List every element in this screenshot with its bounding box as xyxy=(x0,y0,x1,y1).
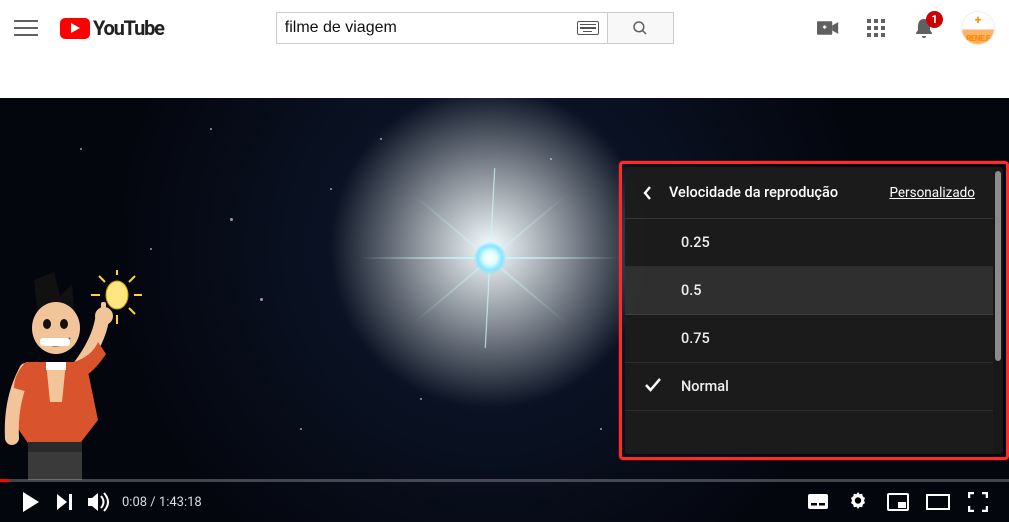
playback-speed-panel: Velocidade da reprodução Personalizado 0… xyxy=(625,167,1003,454)
youtube-logo[interactable]: YouTube xyxy=(60,16,164,40)
speed-option-label: 0.25 xyxy=(681,234,710,251)
play-button[interactable] xyxy=(14,485,48,519)
panel-back-button[interactable] xyxy=(643,186,661,200)
search-button[interactable] xyxy=(608,12,674,44)
lens-flare-graphic xyxy=(430,198,550,318)
player-controls: 0:08 / 1:43:18 xyxy=(0,482,1009,522)
star-decoration xyxy=(380,138,382,140)
speed-option[interactable]: 0.25 xyxy=(625,219,993,267)
miniplayer-button[interactable] xyxy=(881,485,915,519)
playback-speed-panel-highlight: Velocidade da reprodução Personalizado 0… xyxy=(619,161,1009,460)
topbar: YouTube 1 xyxy=(0,0,1009,56)
theater-icon xyxy=(926,494,950,510)
star-decoration xyxy=(210,128,212,130)
panel-title: Velocidade da reprodução xyxy=(669,184,838,201)
star-decoration xyxy=(420,398,422,400)
check-icon xyxy=(645,378,661,396)
star-decoration xyxy=(300,428,302,430)
gear-icon xyxy=(848,492,868,512)
star-decoration xyxy=(60,348,62,350)
grid-icon xyxy=(866,18,886,38)
volume-button[interactable] xyxy=(82,485,116,519)
star-decoration xyxy=(550,158,552,160)
settings-button[interactable] xyxy=(841,485,875,519)
play-icon xyxy=(21,491,41,513)
miniplayer-icon xyxy=(887,493,909,511)
time-sep: / xyxy=(147,495,159,510)
search-icon xyxy=(631,19,649,37)
create-video-button[interactable] xyxy=(817,17,839,39)
chevron-left-icon xyxy=(643,186,653,200)
apps-button[interactable] xyxy=(865,17,887,39)
notifications-button[interactable]: 1 xyxy=(913,17,935,39)
star-decoration xyxy=(260,298,263,301)
time-display: 0:08 / 1:43:18 xyxy=(122,495,202,510)
speed-options-list: 0.25 0.5 0.75 Normal xyxy=(625,219,993,411)
custom-speed-link[interactable]: Personalizado xyxy=(889,185,975,201)
speed-option-label: 0.75 xyxy=(681,330,710,347)
hamburger-menu-button[interactable] xyxy=(14,16,38,40)
video-plus-icon xyxy=(817,18,839,38)
fullscreen-button[interactable] xyxy=(961,485,995,519)
panel-header: Velocidade da reprodução Personalizado xyxy=(625,167,993,219)
time-total: 1:43:18 xyxy=(159,495,202,510)
search-form xyxy=(276,12,674,44)
search-box xyxy=(276,12,608,44)
video-player[interactable]: Velocidade da reprodução Personalizado 0… xyxy=(0,98,1009,522)
panel-scrollbar[interactable] xyxy=(993,167,1003,454)
time-current: 0:08 xyxy=(122,495,147,510)
speed-option[interactable]: 0.75 xyxy=(625,315,993,363)
speed-option[interactable]: 0.5 xyxy=(625,267,993,315)
star-decoration xyxy=(230,218,233,221)
next-icon xyxy=(56,493,74,511)
subtitles-icon xyxy=(807,493,829,511)
notifications-badge: 1 xyxy=(926,11,943,28)
star-decoration xyxy=(80,148,82,150)
youtube-logo-text: YouTube xyxy=(93,16,164,40)
speed-option[interactable]: Normal xyxy=(625,363,993,411)
speed-option-label: Normal xyxy=(681,378,729,395)
star-decoration xyxy=(600,428,602,430)
topbar-right: 1 xyxy=(817,11,995,45)
theater-mode-button[interactable] xyxy=(921,485,955,519)
speed-option-label: 0.5 xyxy=(681,282,702,299)
search-input[interactable] xyxy=(285,19,577,37)
star-decoration xyxy=(330,188,332,190)
volume-icon xyxy=(87,492,111,512)
subtitles-button[interactable] xyxy=(801,485,835,519)
star-decoration xyxy=(150,248,152,250)
fullscreen-icon xyxy=(968,492,988,512)
account-avatar[interactable] xyxy=(961,11,995,45)
keyboard-icon[interactable] xyxy=(577,21,599,35)
cartoon-character-graphic xyxy=(2,270,142,480)
youtube-logo-icon xyxy=(60,18,90,39)
next-button[interactable] xyxy=(48,485,82,519)
header-gap xyxy=(0,56,1009,98)
